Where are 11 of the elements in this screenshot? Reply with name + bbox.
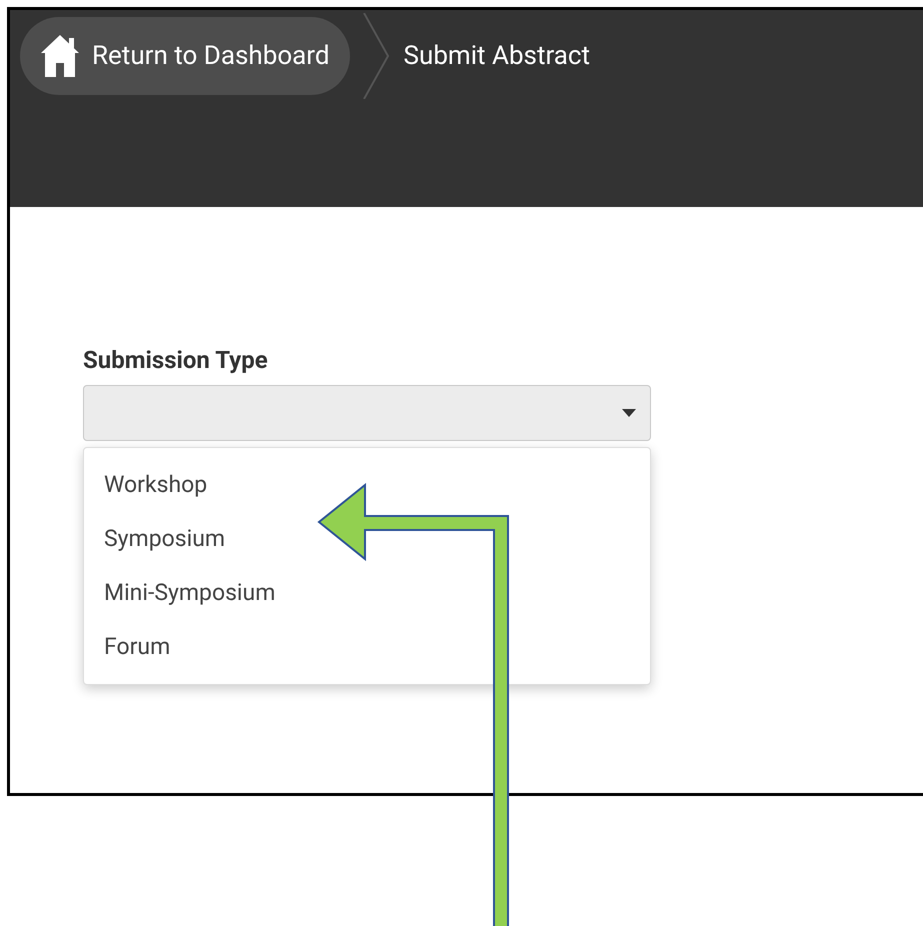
dropdown-option[interactable]: Forum [84, 620, 650, 674]
home-icon [40, 33, 80, 79]
dashboard-link[interactable]: Return to Dashboard [20, 17, 350, 95]
dropdown-option[interactable]: Symposium [84, 512, 650, 566]
field-label: Submission Type [83, 345, 269, 375]
page-title: Submit Abstract [404, 40, 590, 72]
chevron-separator-icon [362, 13, 392, 99]
dropdown-option[interactable]: Mini-Symposium [84, 566, 650, 620]
dropdown-option[interactable]: Workshop [84, 458, 650, 512]
caret-icon [622, 409, 636, 417]
submission-type-select[interactable] [83, 385, 651, 441]
